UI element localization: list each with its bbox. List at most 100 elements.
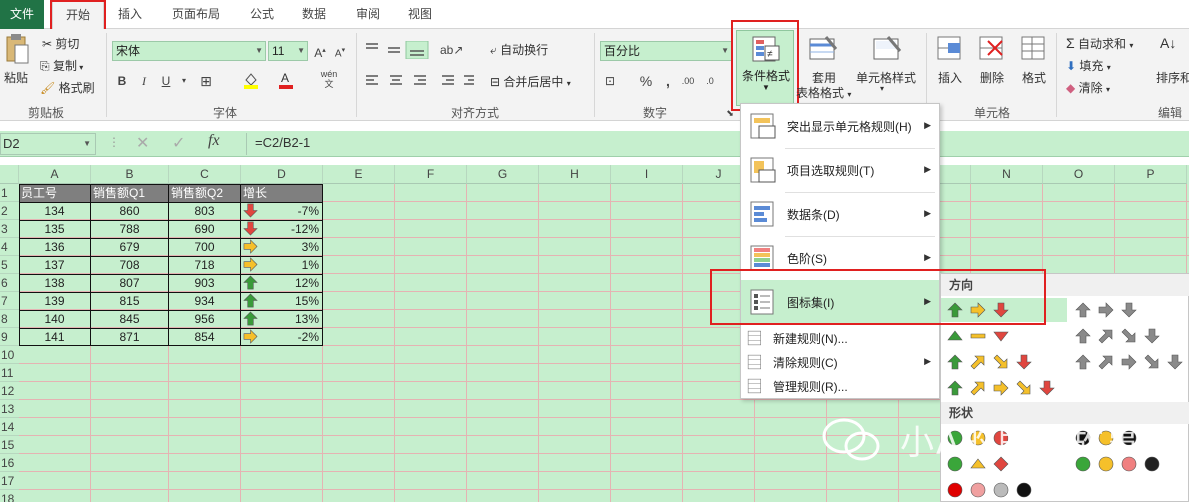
growth-cell[interactable]: 3%	[241, 238, 322, 256]
table-cell[interactable]: 845	[91, 310, 168, 328]
table-header-cell[interactable]: 增长	[241, 184, 322, 202]
growth-cell[interactable]: -7%	[241, 202, 322, 220]
row-header[interactable]: 17	[0, 472, 19, 490]
copy-button[interactable]: ⎘ 复制 ▾	[40, 57, 83, 74]
merge-center-button[interactable]: ⊟ 合并后居中 ▾	[490, 73, 571, 90]
underline-dropdown-icon[interactable]: ▾	[176, 73, 192, 89]
conditional-format-button[interactable]: ≠ 条件格式 ▼	[736, 30, 794, 106]
column-header[interactable]: B	[91, 165, 169, 184]
cancel-icon[interactable]: ✕	[136, 133, 149, 153]
icon-set-option[interactable]	[941, 376, 1067, 400]
row-header[interactable]: 18	[0, 490, 19, 502]
dialog-launcher-icon[interactable]: ⬊	[722, 105, 738, 121]
icon-set-option[interactable]	[941, 478, 1067, 502]
tab-formulas[interactable]: 公式	[240, 0, 284, 29]
growth-cell[interactable]: -12%	[241, 220, 322, 238]
number-format-box[interactable]: 百分比 ▼	[600, 41, 732, 61]
fill-button[interactable]: ⬇ 填充 ▾	[1066, 57, 1111, 74]
table-cell[interactable]: 803	[169, 202, 240, 220]
table-cell[interactable]: 700	[169, 238, 240, 256]
table-cell[interactable]: 135	[19, 220, 90, 238]
table-cell[interactable]: 903	[169, 274, 240, 292]
sort-filter-icon[interactable]: A↓	[1160, 35, 1176, 51]
row-header[interactable]: 9	[0, 328, 19, 346]
column-header[interactable]: D	[241, 165, 323, 184]
menu-item-data-bars[interactable]: 数据条(D) ▶	[741, 192, 939, 236]
table-cell[interactable]: 871	[91, 328, 168, 346]
name-box[interactable]: D2 ▼	[0, 133, 96, 155]
cell-style-icon[interactable]	[872, 35, 902, 63]
row-header[interactable]: 15	[0, 436, 19, 454]
tab-insert[interactable]: 插入	[108, 0, 152, 29]
row-header[interactable]: 5	[0, 256, 19, 274]
paste-icon[interactable]	[4, 33, 30, 67]
decrease-font-icon[interactable]: A▾	[332, 43, 348, 59]
percent-button[interactable]: %	[638, 73, 654, 89]
horizontal-align-icons[interactable]	[364, 73, 474, 89]
insert-function-icon[interactable]: fx	[208, 132, 220, 150]
table-cell[interactable]: 854	[169, 328, 240, 346]
table-header-cell[interactable]: 销售额Q2	[169, 184, 240, 202]
icon-set-option[interactable]	[941, 324, 1067, 348]
table-cell[interactable]: 139	[19, 292, 90, 310]
tab-page-layout[interactable]: 页面布局	[162, 0, 230, 29]
table-cell[interactable]: 788	[91, 220, 168, 238]
table-cell[interactable]: 956	[169, 310, 240, 328]
menu-item-highlight-rules[interactable]: 突出显示单元格规则(H) ▶	[741, 104, 939, 148]
column-header[interactable]: G	[467, 165, 539, 184]
border-icon[interactable]: ⊞	[198, 73, 214, 89]
format-cells-icon[interactable]	[1020, 35, 1048, 61]
row-header[interactable]: 13	[0, 400, 19, 418]
row-header[interactable]: 6	[0, 274, 19, 292]
formula-input[interactable]: =C2/B2-1	[246, 133, 1189, 155]
table-format-label-2[interactable]: 表格格式 ▾	[796, 84, 851, 101]
confirm-icon[interactable]: ✓	[172, 133, 185, 153]
sort-filter-button[interactable]: 排序和	[1156, 69, 1189, 86]
wrap-text-button[interactable]: ⤶ 自动换行	[490, 41, 548, 58]
tab-file[interactable]: 文件	[0, 0, 44, 29]
row-header[interactable]: 3	[0, 220, 19, 238]
tab-data[interactable]: 数据	[292, 0, 336, 29]
font-size-box[interactable]: 11 ▼	[268, 41, 308, 61]
chevron-down-icon[interactable]: ▾	[880, 84, 884, 93]
row-header[interactable]: 7	[0, 292, 19, 310]
table-cell[interactable]: 141	[19, 328, 90, 346]
table-cell[interactable]: 934	[169, 292, 240, 310]
row-header[interactable]: 2	[0, 202, 19, 220]
menu-item-icon-sets[interactable]: 图标集(I) ▶	[741, 280, 939, 324]
table-cell[interactable]: 708	[91, 256, 168, 274]
menu-item-top-bottom-rules[interactable]: 项目选取规则(T) ▶	[741, 148, 939, 192]
column-header[interactable]: O	[1043, 165, 1115, 184]
tab-home[interactable]: 开始	[52, 0, 104, 29]
phonetic-icon[interactable]: wén 文	[318, 69, 340, 89]
row-header[interactable]: 16	[0, 454, 19, 472]
insert-button[interactable]: 插入	[938, 69, 962, 86]
table-format-icon[interactable]	[808, 35, 838, 63]
row-header[interactable]: 1	[0, 184, 19, 202]
menu-item-color-scales[interactable]: 色阶(S) ▶	[741, 236, 939, 280]
row-header[interactable]: 12	[0, 382, 19, 400]
table-cell[interactable]: 137	[19, 256, 90, 274]
comma-button[interactable]: ,	[660, 73, 676, 89]
currency-icon[interactable]: ⊡	[602, 73, 618, 89]
table-cell[interactable]: 134	[19, 202, 90, 220]
icon-set-option[interactable]	[941, 350, 1067, 374]
vertical-align-icons[interactable]	[364, 41, 448, 59]
table-cell[interactable]: 807	[91, 274, 168, 292]
format-button[interactable]: 格式	[1022, 69, 1046, 86]
column-header[interactable]: I	[611, 165, 683, 184]
table-cell[interactable]: 860	[91, 202, 168, 220]
column-header[interactable]: F	[395, 165, 467, 184]
icon-set-option[interactable]	[941, 298, 1067, 322]
menu-item-new-rule[interactable]: 新建规则(N)...	[741, 326, 939, 350]
delete-button[interactable]: 删除	[980, 69, 1004, 86]
clear-button[interactable]: ◆ 清除 ▾	[1066, 79, 1110, 96]
table-cell[interactable]: 679	[91, 238, 168, 256]
column-header[interactable]: P	[1115, 165, 1187, 184]
row-header[interactable]: 14	[0, 418, 19, 436]
insert-cells-icon[interactable]	[936, 35, 964, 61]
table-cell[interactable]: 815	[91, 292, 168, 310]
delete-cells-icon[interactable]	[978, 35, 1006, 61]
font-color-icon[interactable]: A	[278, 71, 294, 89]
autosum-button[interactable]: Σ 自动求和 ▾	[1066, 35, 1133, 52]
